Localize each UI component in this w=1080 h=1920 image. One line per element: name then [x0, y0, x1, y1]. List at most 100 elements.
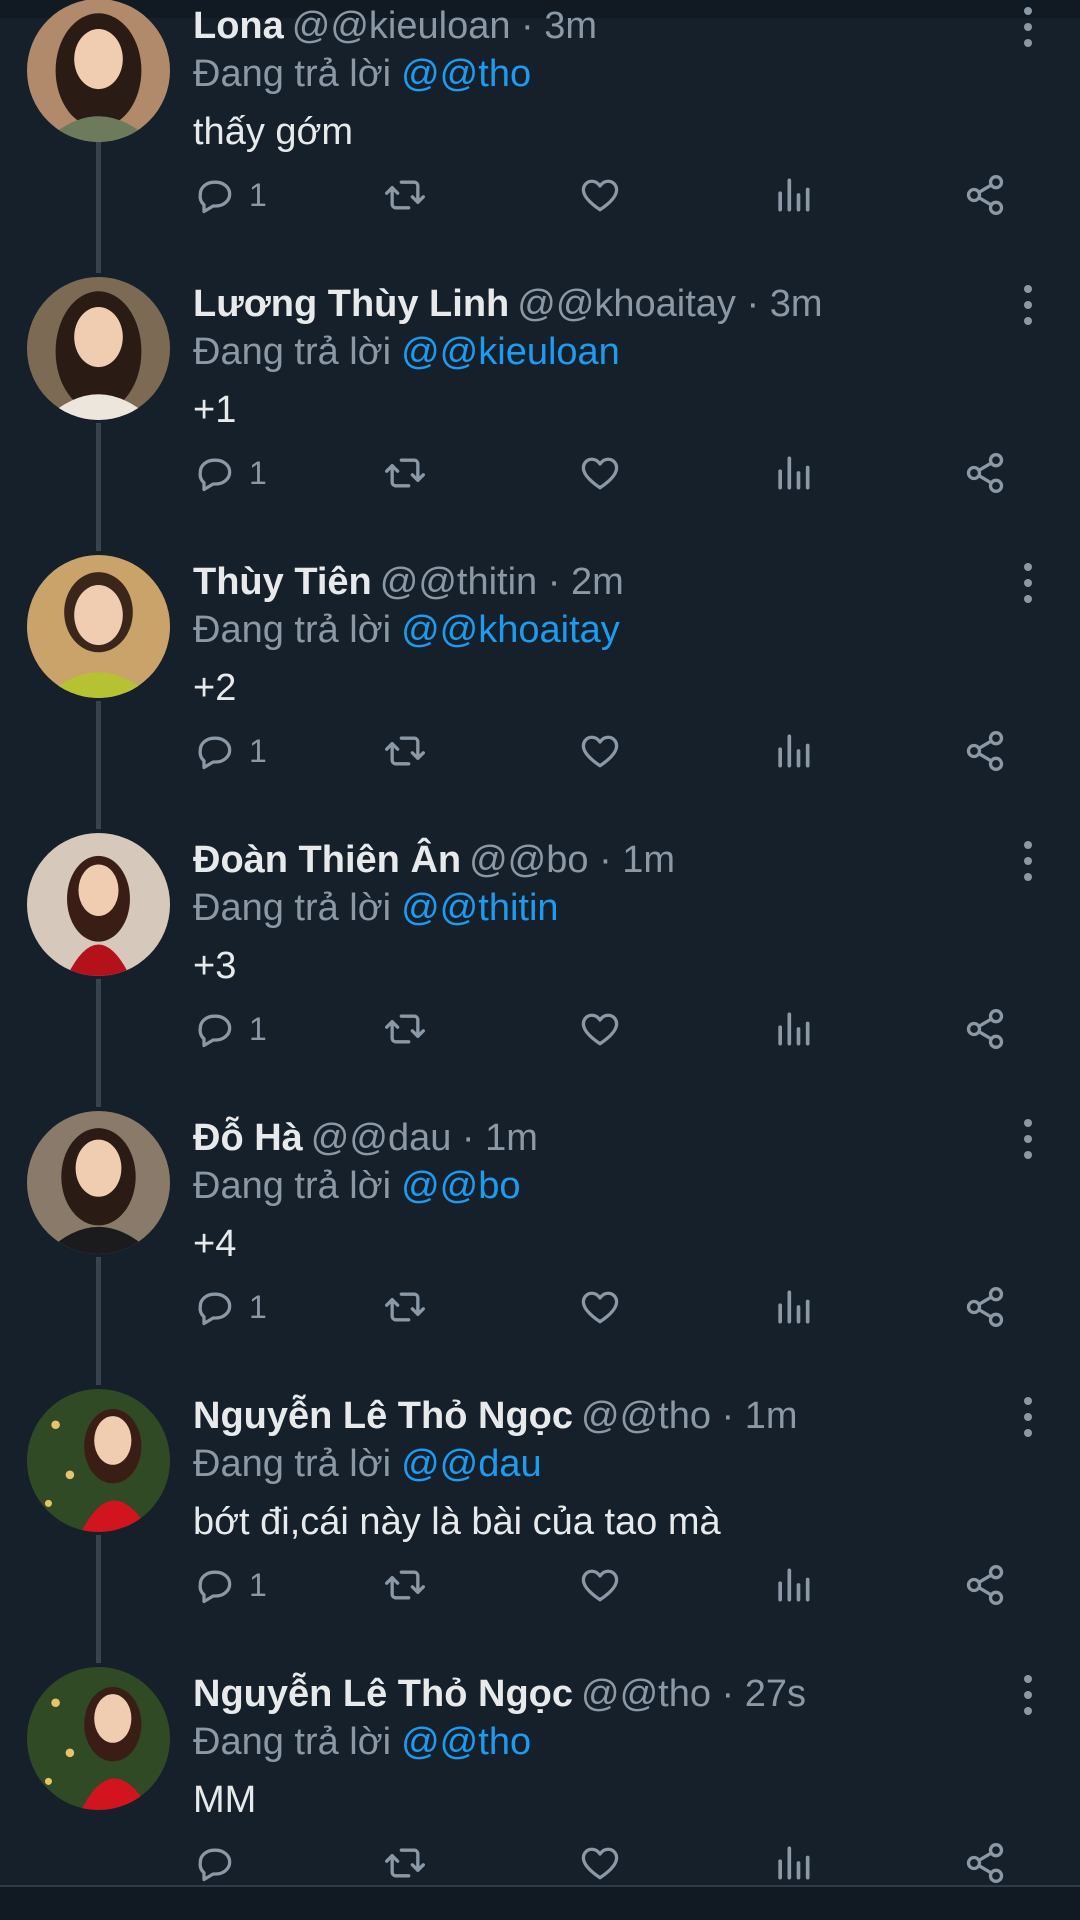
share-icon — [966, 1287, 1004, 1327]
reply-count: 1 — [249, 1288, 267, 1325]
share-button[interactable] — [963, 1835, 1007, 1891]
tweet-7[interactable]: Nguyễn Lê Thỏ Ngọc @@tho · 27s Đang trả l… — [0, 1639, 1080, 1917]
like-button[interactable] — [578, 723, 622, 779]
reply-mention-link[interactable]: @@tho — [401, 53, 531, 95]
views-button[interactable] — [771, 723, 815, 779]
avatar[interactable] — [27, 277, 170, 420]
heart-icon — [581, 735, 619, 768]
share-button[interactable] — [963, 445, 1007, 501]
retweet-button[interactable] — [383, 167, 427, 223]
more-options-icon[interactable] — [1016, 841, 1040, 881]
reply-icon — [198, 1848, 232, 1882]
reply-button[interactable]: 1 — [193, 445, 267, 501]
reply-button[interactable]: 1 — [193, 1001, 267, 1057]
share-button[interactable] — [963, 1279, 1007, 1335]
more-options-icon[interactable] — [1016, 563, 1040, 603]
share-icon — [966, 175, 1004, 215]
views-button[interactable] — [771, 445, 815, 501]
author-name[interactable]: Đoàn Thiên Ân — [193, 839, 461, 881]
replying-label: Đang trả lời — [193, 1721, 392, 1763]
avatar[interactable] — [27, 1111, 170, 1254]
retweet-button[interactable] — [383, 1557, 427, 1613]
avatar[interactable] — [27, 1667, 170, 1810]
retweet-button[interactable] — [383, 723, 427, 779]
views-button[interactable] — [771, 1557, 815, 1613]
tweet-header: Đỗ Hà @@dau · 1m — [193, 1113, 1020, 1163]
heart-icon — [581, 179, 619, 212]
author-handle-time: @@bo · 1m — [469, 839, 676, 881]
retweet-button[interactable] — [383, 1001, 427, 1057]
views-chart-icon — [778, 1290, 810, 1324]
author-name[interactable]: Đỗ Hà — [193, 1117, 303, 1159]
more-options-icon[interactable] — [1016, 285, 1040, 325]
like-button[interactable] — [578, 1557, 622, 1613]
reply-count: 1 — [249, 454, 267, 491]
reply-button[interactable]: 1 — [193, 1557, 267, 1613]
more-options-icon[interactable] — [1016, 1119, 1040, 1159]
more-options-icon[interactable] — [1016, 7, 1040, 47]
reply-count: 1 — [249, 1566, 267, 1603]
reply-mention-link[interactable]: @@thitin — [401, 887, 558, 929]
author-name[interactable]: Thùy Tiên — [193, 561, 372, 603]
tweet-actions: 1 — [193, 1001, 1023, 1057]
retweet-button[interactable] — [383, 1835, 427, 1891]
reply-button[interactable]: 1 — [193, 723, 267, 779]
thread-line — [96, 1257, 101, 1361]
reply-icon — [198, 1292, 232, 1326]
avatar[interactable] — [27, 1389, 170, 1532]
reply-icon — [198, 458, 232, 492]
tweet-header: Nguyễn Lê Thỏ Ngọc @@tho · 1m — [193, 1391, 1020, 1441]
retweet-button[interactable] — [383, 1279, 427, 1335]
tweet-3[interactable]: Thùy Tiên @@thitin · 2m Đang trả lời @@kho… — [0, 527, 1080, 805]
views-button[interactable] — [771, 1001, 815, 1057]
share-button[interactable] — [963, 167, 1007, 223]
tweet-5[interactable]: Đỗ Hà @@dau · 1m Đang trả lời @@bo +4 1 — [0, 1083, 1080, 1361]
heart-icon — [581, 457, 619, 490]
tweet-6[interactable]: Nguyễn Lê Thỏ Ngọc @@tho · 1m Đang trả lờ… — [0, 1361, 1080, 1639]
tweet-text: +4 — [193, 1223, 237, 1265]
like-button[interactable] — [578, 445, 622, 501]
views-button[interactable] — [771, 1835, 815, 1891]
author-name[interactable]: Nguyễn Lê Thỏ Ngọc — [193, 1673, 573, 1715]
tweet-text: thấy gớm — [193, 111, 354, 153]
avatar[interactable] — [27, 0, 170, 142]
like-button[interactable] — [578, 1279, 622, 1335]
views-button[interactable] — [771, 1279, 815, 1335]
reply-mention-link[interactable]: @@tho — [401, 1721, 531, 1763]
author-name[interactable]: Lương Thùy Linh — [193, 283, 509, 325]
tweet-2[interactable]: Lương Thùy Linh @@khoaitay · 3m Đang trả … — [0, 249, 1080, 527]
thread-line — [96, 527, 101, 551]
replying-to: Đang trả lời @@tho — [193, 49, 531, 99]
tweet-4[interactable]: Đoàn Thiên Ân @@bo · 1m Đang trả lời @@thi… — [0, 805, 1080, 1083]
reply-button[interactable]: 1 — [193, 1279, 267, 1335]
share-button[interactable] — [963, 1557, 1007, 1613]
reply-mention-link[interactable]: @@dau — [401, 1443, 542, 1485]
reply-mention-link[interactable]: @@bo — [401, 1165, 520, 1207]
reply-button[interactable]: 1 — [193, 167, 267, 223]
retweet-button[interactable] — [383, 445, 427, 501]
like-button[interactable] — [578, 1835, 622, 1891]
avatar[interactable] — [27, 833, 170, 976]
views-chart-icon — [778, 178, 810, 212]
like-button[interactable] — [578, 167, 622, 223]
share-button[interactable] — [963, 1001, 1007, 1057]
replying-label: Đang trả lời — [193, 609, 392, 651]
reply-button[interactable] — [193, 1835, 249, 1891]
reply-mention-link[interactable]: @@kieuloan — [401, 331, 620, 373]
replying-to: Đang trả lời @@bo — [193, 1161, 521, 1211]
tweet-1[interactable]: Lona @@kieuloan · 3m Đang trả lời @@tho th… — [0, 0, 1080, 249]
thread-line — [96, 805, 101, 829]
share-button[interactable] — [963, 723, 1007, 779]
views-chart-icon — [778, 1012, 810, 1046]
reply-mention-link[interactable]: @@khoaitay — [401, 609, 620, 651]
heart-icon — [581, 1847, 619, 1880]
more-options-icon[interactable] — [1016, 1675, 1040, 1715]
heart-icon — [581, 1291, 619, 1324]
author-name[interactable]: Lona — [193, 5, 284, 47]
like-button[interactable] — [578, 1001, 622, 1057]
author-name[interactable]: Nguyễn Lê Thỏ Ngọc — [193, 1395, 573, 1437]
replying-label: Đang trả lời — [193, 53, 392, 95]
views-button[interactable] — [771, 167, 815, 223]
avatar[interactable] — [27, 555, 170, 698]
more-options-icon[interactable] — [1016, 1397, 1040, 1437]
